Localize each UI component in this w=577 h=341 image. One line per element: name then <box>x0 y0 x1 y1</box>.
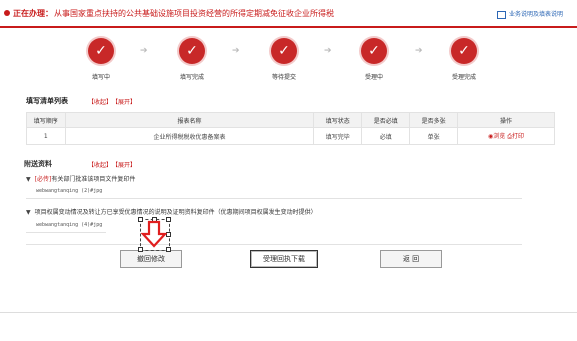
fill-list-table: 填写顺序 报表名称 填写状态 是否必填 是否多张 操作 1 企业所得税税收优惠备… <box>26 112 555 145</box>
triangle-down-icon: ▼ <box>26 176 31 183</box>
arrow-right-icon: ➔ <box>232 46 240 56</box>
attach-file[interactable]: webwangtanqing (4)#jpg <box>36 222 102 228</box>
attach-expand-link[interactable]: 【展开】 <box>112 160 136 169</box>
row-order: 1 <box>26 127 66 145</box>
list-collapse-link[interactable]: 【收起】 <box>88 97 112 106</box>
divider <box>26 232 106 233</box>
step-label: 填写中 <box>91 74 110 81</box>
arrow-right-icon: ➔ <box>140 46 148 56</box>
view-link[interactable]: 浏览 <box>493 133 505 140</box>
attach-collapse-link[interactable]: 【收起】 <box>88 160 112 169</box>
business-title: 从事国家重点扶持的公共基础设施项目投资经营的所得定期减免征收企业所得税 <box>54 9 334 18</box>
table-row: 1 企业所得税税收优惠备案表 填写完毕 必填 单张 ◉浏览 ⎙打印 <box>26 127 555 145</box>
col-ops: 操作 <box>457 112 555 128</box>
row-required: 必填 <box>361 127 411 145</box>
step-label: 受理完成 <box>451 74 476 81</box>
help-link-label: 业务说明及填表说明 <box>508 11 563 18</box>
col-status: 填写状态 <box>313 112 363 128</box>
step-accepting: ✓ 受理中 <box>344 38 404 81</box>
list-section-title: 填写清单列表 <box>26 97 68 105</box>
withdraw-modify-button[interactable]: 撤回修改 <box>120 250 182 268</box>
arrow-right-icon: ➔ <box>415 46 423 56</box>
required-tag: [必传] <box>34 176 52 183</box>
step-filling: ✓ 填写中 <box>71 38 131 81</box>
divider <box>26 244 522 245</box>
attach-item[interactable]: ▼ [必传]有关部门批准该项目文件复印件 <box>26 174 135 183</box>
triangle-down-icon: ▼ <box>26 209 31 216</box>
step-label: 等待提交 <box>271 74 296 81</box>
check-icon: ✓ <box>451 38 477 64</box>
down-arrow-icon <box>141 220 167 248</box>
status-dot-icon <box>4 10 10 16</box>
step-filled: ✓ 填写完成 <box>162 38 222 81</box>
arrow-right-icon: ➔ <box>324 46 332 56</box>
step-label: 受理中 <box>364 74 383 81</box>
help-link[interactable]: 业务说明及填表说明 <box>496 9 563 19</box>
row-ops: ◉浏览 ⎙打印 <box>457 127 555 145</box>
row-multi: 单张 <box>409 127 459 145</box>
book-icon <box>496 10 506 19</box>
divider <box>26 198 522 199</box>
table-header-row: 填写顺序 报表名称 填写状态 是否必填 是否多张 操作 <box>26 112 555 128</box>
receipt-download-button[interactable]: 受理回执下载 <box>250 250 318 268</box>
row-status: 填写完毕 <box>313 127 363 145</box>
step-waiting: ✓ 等待提交 <box>254 38 314 81</box>
attach-section-title: 附送资料 <box>24 160 52 168</box>
col-multi: 是否多张 <box>409 112 459 128</box>
col-required: 是否必填 <box>361 112 411 128</box>
check-icon: ✓ <box>271 38 297 64</box>
page-header: 正在办理： 从事国家重点扶持的公共基础设施项目投资经营的所得定期减免征收企业所得… <box>0 0 577 28</box>
attach-item[interactable]: ▼ 项目权属变动情况及转让方已享受优惠情况的说明及证明资料复印件（优惠期间项目权属… <box>26 207 317 216</box>
col-name: 报表名称 <box>64 112 315 128</box>
col-order: 填写顺序 <box>26 112 66 128</box>
check-icon: ✓ <box>88 38 114 64</box>
step-label: 填写完成 <box>179 74 204 81</box>
attach-item-title: 项目权属变动情况及转让方已享受优惠情况的说明及证明资料复印件（优惠期间项目权属发… <box>34 209 317 216</box>
back-button[interactable]: 返 回 <box>380 250 442 268</box>
check-icon: ✓ <box>179 38 205 64</box>
list-expand-link[interactable]: 【展开】 <box>112 97 136 106</box>
step-accepted: ✓ 受理完成 <box>434 38 494 81</box>
attach-item-title: 有关部门批准该项目文件复印件 <box>51 176 136 183</box>
processing-label: 正在办理： <box>13 9 53 18</box>
row-name: 企业所得税税收优惠备案表 <box>64 127 315 145</box>
print-link[interactable]: 打印 <box>512 133 524 140</box>
check-icon: ✓ <box>361 38 387 64</box>
divider <box>0 312 577 313</box>
attach-file[interactable]: webwangtanqing (2)#jpg <box>36 188 102 194</box>
progress-steps: ✓ 填写中 ➔ ✓ 填写完成 ➔ ✓ 等待提交 ➔ ✓ 受理中 ➔ ✓ 受理完成 <box>0 38 577 86</box>
